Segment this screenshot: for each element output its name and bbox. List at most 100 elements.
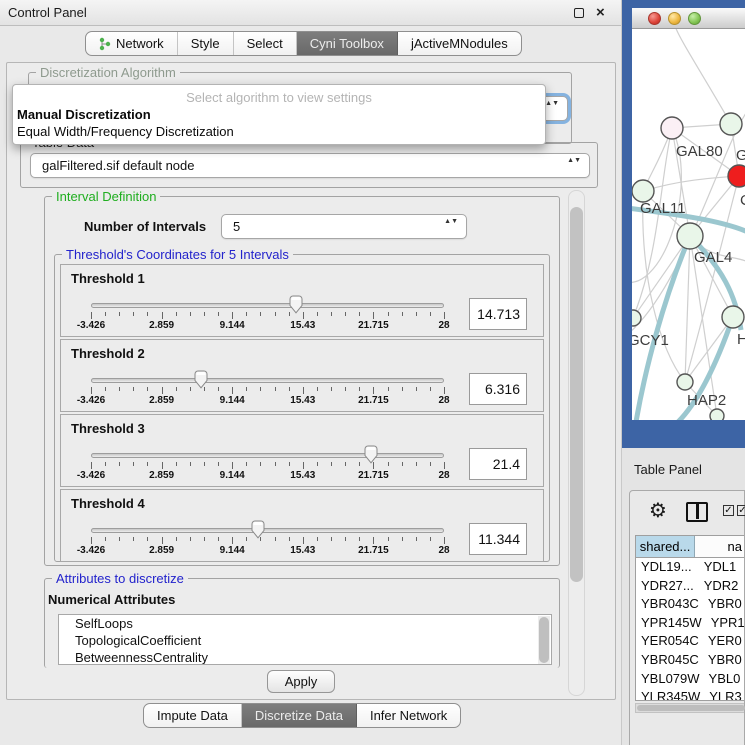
attributes-group-title: Attributes to discretize [52,571,188,586]
tick-mark [91,387,92,394]
zoom-traffic-light-icon[interactable] [688,12,701,25]
threshold-value-field[interactable]: 6.316 [469,373,527,405]
network-node[interactable] [728,165,745,187]
tab-label: jActiveMNodules [411,36,508,51]
numerical-attributes-list[interactable]: SelfLoopsTopologicalCoefficientBetweenne… [58,614,552,665]
table-row[interactable]: YER054CYER0 [636,632,744,651]
tab-select[interactable]: Select [234,32,297,55]
network-node[interactable] [632,310,641,326]
threshold-value-field[interactable]: 11.344 [469,523,527,555]
network-node[interactable] [661,117,683,139]
node-label: GAL80 [676,143,723,160]
network-graph: GAL80GACGAL11GAL4GCY1HHAP2 [632,29,745,420]
tick-mark [275,462,276,466]
num-intervals-label: Number of Intervals [84,219,206,234]
gear-icon[interactable]: ⚙ [649,498,667,522]
tab-jactivemnodules[interactable]: jActiveMNodules [398,32,521,55]
attribute-item[interactable]: SelfLoops [59,615,551,632]
tick-label: 9.144 [220,470,245,481]
column-header-shared-name[interactable]: shared... [636,536,695,557]
node-table[interactable]: shared... na YDL19...YDL1YDR27...YDR2YBR… [635,535,744,701]
minimize-traffic-light-icon[interactable] [668,12,681,25]
network-node[interactable] [720,113,742,135]
table-row[interactable]: YLR345WYLR3 [636,688,744,701]
select-none-checkbox-icon[interactable]: ✓ [737,505,745,516]
select-all-checkbox-icon[interactable]: ✓ [723,505,734,516]
tab-infer-network[interactable]: Infer Network [357,704,460,727]
tick-mark [317,537,318,541]
threshold-slider-track[interactable] [91,303,444,308]
control-panel: Control Panel × NetworkStyleSelectCyni T… [0,0,622,745]
threshold-slider-track[interactable] [91,453,444,458]
tick-mark [303,537,304,544]
panel-scrollbar-thumb[interactable] [570,207,583,582]
tab-discretize-data[interactable]: Discretize Data [242,704,357,727]
tick-mark [119,537,120,541]
table-header-row: shared... na [636,536,744,558]
tab-label: Cyni Toolbox [310,36,384,51]
tab-network[interactable]: Network [86,32,178,55]
table-row[interactable]: YBR043CYBR0 [636,595,744,614]
attribute-item[interactable]: BetweennessCentrality [59,649,551,665]
table-row[interactable]: YBL079WYBL0 [636,670,744,689]
tab-label: Select [247,36,283,51]
table-row[interactable]: YPR145WYPR1 [636,614,744,633]
tick-mark [190,312,191,316]
close-icon[interactable]: × [596,4,605,21]
table-row[interactable]: YDL19...YDL1 [636,558,744,577]
dropdown-item-equal-width[interactable]: Equal Width/Frequency Discretization [13,123,545,140]
tick-label: 15.43 [290,320,315,331]
table-hscrollbar-thumb[interactable] [637,705,745,711]
screen: Control Panel × NetworkStyleSelectCyni T… [0,0,745,745]
tick-mark [232,312,233,319]
network-node[interactable] [677,223,703,249]
combo-arrows-icon: ▲▼ [545,100,559,108]
threshold-slider-track[interactable] [91,528,444,533]
panel-scrollbar[interactable] [568,190,585,696]
network-view-window[interactable]: GAL80GACGAL11GAL4GCY1HHAP2 [622,0,745,448]
attribute-item[interactable]: TopologicalCoefficient [59,632,551,649]
tab-label: Discretize Data [255,708,343,723]
algorithm-dropdown-popup: Select algorithm to view settings Manual… [12,84,546,145]
table-data-combobox[interactable]: galFiltered.sif default node ▲▼ [30,153,590,178]
network-canvas[interactable]: GAL80GACGAL11GAL4GCY1HHAP2 [632,29,745,420]
network-node[interactable] [677,374,693,390]
attributes-scrollbar-thumb[interactable] [539,617,549,663]
network-window-titlebar [632,8,745,29]
threshold-value-field[interactable]: 21.4 [469,448,527,480]
tick-mark [105,462,106,466]
cell-shared-name: YBL079W [636,670,700,689]
node-label: HAP2 [687,392,726,409]
tick-mark [373,387,374,394]
network-node[interactable] [722,306,744,328]
tick-mark [176,387,177,391]
tick-mark [331,462,332,466]
threshold-slider-track[interactable] [91,378,444,383]
tick-mark [275,537,276,541]
tick-mark [402,462,403,466]
network-node[interactable] [632,180,654,202]
network-edge [636,236,690,420]
node-label: GAL11 [640,200,686,217]
columns-icon[interactable] [686,502,708,522]
attributes-scrollbar[interactable] [538,616,550,664]
tab-style[interactable]: Style [178,32,234,55]
tick-mark [147,537,148,541]
tick-mark [232,462,233,469]
num-intervals-combobox[interactable]: 5 ▲▼ [221,214,467,239]
tick-mark [388,537,389,541]
dropdown-item-manual[interactable]: Manual Discretization [13,106,545,123]
apply-button[interactable]: Apply [267,670,335,693]
tab-cyni-toolbox[interactable]: Cyni Toolbox [297,32,398,55]
table-horizontal-scrollbar[interactable] [635,703,744,713]
tab-impute-data[interactable]: Impute Data [144,704,242,727]
table-row[interactable]: YDR27...YDR2 [636,577,744,596]
tick-mark [331,537,332,541]
tick-mark [430,462,431,466]
column-header-name[interactable]: na [695,536,744,557]
table-row[interactable]: YBR045CYBR0 [636,651,744,670]
network-node[interactable] [710,409,724,420]
float-window-icon[interactable] [574,8,584,18]
threshold-value-field[interactable]: 14.713 [469,298,527,330]
close-traffic-light-icon[interactable] [648,12,661,25]
